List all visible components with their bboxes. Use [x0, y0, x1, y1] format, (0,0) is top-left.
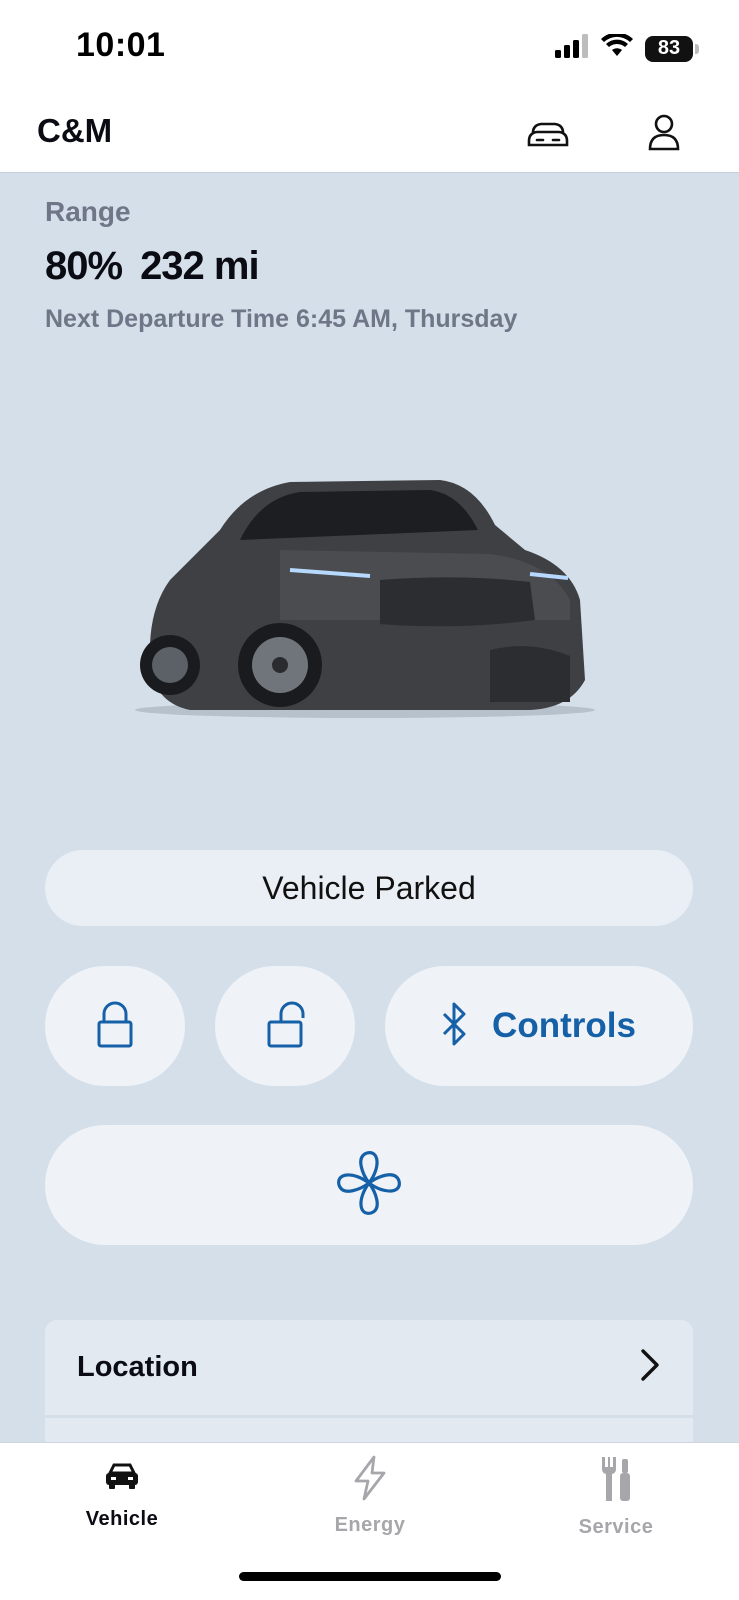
- tab-service-label: Service: [578, 1516, 654, 1538]
- location-row[interactable]: Location: [45, 1320, 693, 1415]
- status-icons: 83: [555, 32, 699, 63]
- lock-icon: [95, 1000, 135, 1053]
- tab-energy[interactable]: Energy: [290, 1455, 450, 1537]
- car-icon: [102, 1455, 142, 1500]
- person-icon: [647, 113, 681, 156]
- range-value: 80% 232 mi: [45, 244, 260, 289]
- range-miles: 232 mi: [140, 244, 260, 288]
- climate-button[interactable]: [45, 1125, 693, 1245]
- wifi-icon: [601, 32, 633, 63]
- car-garage-icon: [527, 115, 569, 154]
- controls-button[interactable]: Controls: [385, 966, 693, 1086]
- signal-icon: [555, 34, 589, 63]
- bluetooth-icon: [442, 1002, 468, 1051]
- unlock-icon: [265, 1000, 305, 1053]
- app-title: C&M: [37, 112, 113, 149]
- location-label: Location: [77, 1351, 198, 1383]
- chevron-right-icon: [639, 1348, 661, 1387]
- fan-icon: [336, 1150, 402, 1221]
- unlock-button[interactable]: [215, 966, 355, 1086]
- profile-button[interactable]: [642, 112, 686, 156]
- vehicle-switcher-button[interactable]: [526, 112, 570, 156]
- wrench-screwdriver-icon: [596, 1455, 636, 1508]
- controls-label: Controls: [492, 1006, 636, 1045]
- tab-vehicle-label: Vehicle: [85, 1508, 159, 1530]
- lock-button[interactable]: [45, 966, 185, 1086]
- vehicle-status-pill: Vehicle Parked: [45, 850, 693, 926]
- home-indicator: [239, 1572, 501, 1581]
- range-label: Range: [45, 196, 131, 227]
- lightning-bolt-icon: [350, 1455, 390, 1506]
- tab-energy-label: Energy: [334, 1514, 406, 1536]
- app-header: C&M: [0, 96, 739, 173]
- charge-percent: 80%: [45, 244, 123, 288]
- next-departure-text: Next Departure Time 6:45 AM, Thursday: [45, 305, 518, 333]
- vehicle-image: [130, 470, 600, 730]
- next-section-row: [45, 1418, 693, 1442]
- status-bar: 10:01 83: [0, 0, 739, 96]
- status-time: 10:01: [76, 26, 166, 64]
- tab-service[interactable]: Service: [536, 1455, 696, 1539]
- battery-indicator: 83: [645, 35, 699, 62]
- tab-vehicle[interactable]: Vehicle: [42, 1455, 202, 1531]
